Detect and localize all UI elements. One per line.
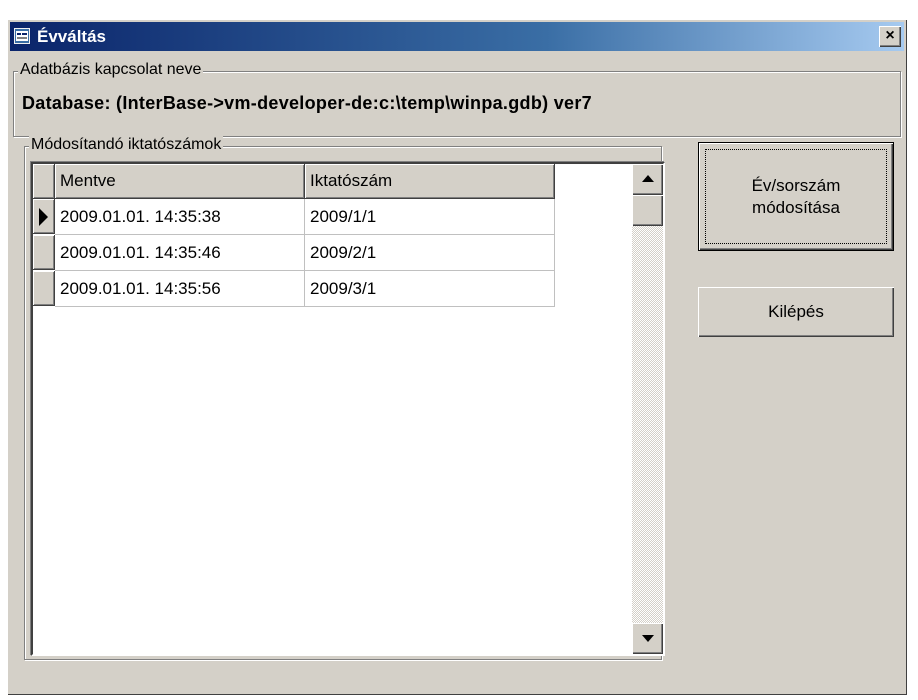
header-indicator-cell bbox=[33, 164, 55, 199]
scroll-down-button[interactable] bbox=[632, 623, 663, 654]
cell-saved[interactable]: 2009.01.01. 14:35:38 bbox=[55, 199, 305, 235]
dialog-window: Évváltás × Adatbázis kapcsolat neve Data… bbox=[7, 19, 907, 695]
row-indicator[interactable] bbox=[33, 235, 55, 270]
cell-number[interactable]: 2009/1/1 bbox=[305, 199, 555, 235]
records-group-label: Módosítandó iktatószámok bbox=[29, 136, 224, 154]
scroll-thumb[interactable] bbox=[632, 195, 663, 226]
app-window-icon[interactable] bbox=[13, 27, 31, 45]
database-connection-text: Database: (InterBase->vm-developer-de:c:… bbox=[22, 93, 592, 113]
close-icon: × bbox=[885, 27, 895, 44]
connection-groupbox: Adatbázis kapcsolat neve Database: (Inte… bbox=[13, 61, 901, 137]
title-bar[interactable]: Évváltás × bbox=[10, 22, 904, 51]
exit-button[interactable]: Kilépés bbox=[698, 287, 894, 337]
modify-year-serial-button[interactable]: Év/sorszám módosítása bbox=[698, 142, 894, 251]
cell-number[interactable]: 2009/2/1 bbox=[305, 235, 555, 271]
column-header-iktatoszam[interactable]: Iktatószám bbox=[305, 164, 555, 199]
scroll-up-button[interactable] bbox=[632, 164, 663, 195]
exit-button-label: Kilépés bbox=[768, 302, 824, 321]
arrow-up-icon bbox=[642, 175, 654, 182]
current-row-arrow-icon bbox=[39, 208, 48, 226]
modify-button-label-line1: Év/sorszám bbox=[751, 175, 841, 195]
cell-saved[interactable]: 2009.01.01. 14:35:56 bbox=[55, 271, 305, 307]
cell-saved[interactable]: 2009.01.01. 14:35:46 bbox=[55, 235, 305, 271]
modify-button-label-line2: módosítása bbox=[752, 197, 840, 217]
window-title: Évváltás bbox=[37, 27, 106, 46]
column-header-mentve[interactable]: Mentve bbox=[55, 164, 305, 199]
focus-rectangle: Év/sorszám módosítása bbox=[705, 149, 887, 244]
cell-number[interactable]: 2009/3/1 bbox=[305, 271, 555, 307]
close-button[interactable]: × bbox=[879, 26, 901, 47]
arrow-down-icon bbox=[642, 635, 654, 642]
row-indicator[interactable] bbox=[33, 199, 55, 234]
records-grid[interactable]: Mentve Iktatószám 2009.01.01. 14:35:38 2… bbox=[31, 162, 665, 656]
connection-group-label: Adatbázis kapcsolat neve bbox=[18, 61, 204, 79]
row-indicator[interactable] bbox=[33, 271, 55, 306]
vertical-scrollbar[interactable] bbox=[632, 164, 663, 654]
